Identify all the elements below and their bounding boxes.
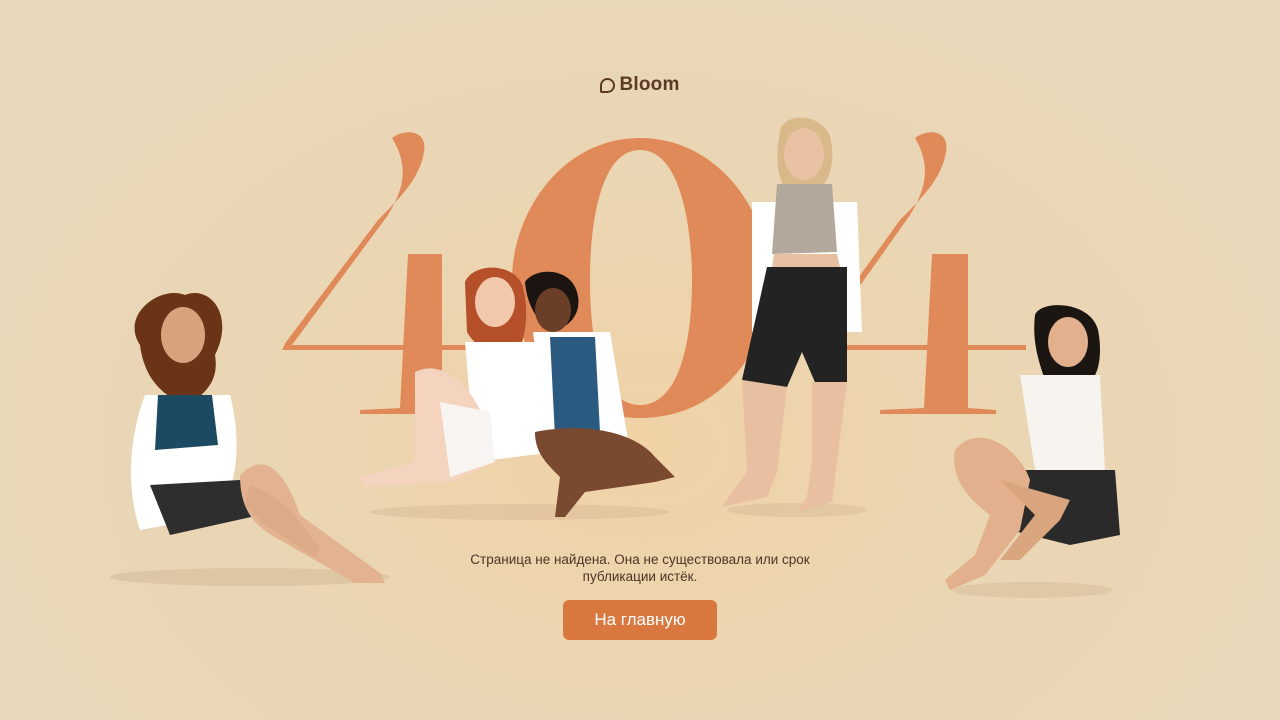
home-button[interactable]: На главную (563, 600, 717, 640)
error-message: Страница не найдена. Она не существовала… (470, 552, 810, 584)
model-photo-standing (722, 117, 867, 517)
model-photo-right (945, 305, 1120, 598)
model-photo-center-pair (360, 267, 675, 520)
